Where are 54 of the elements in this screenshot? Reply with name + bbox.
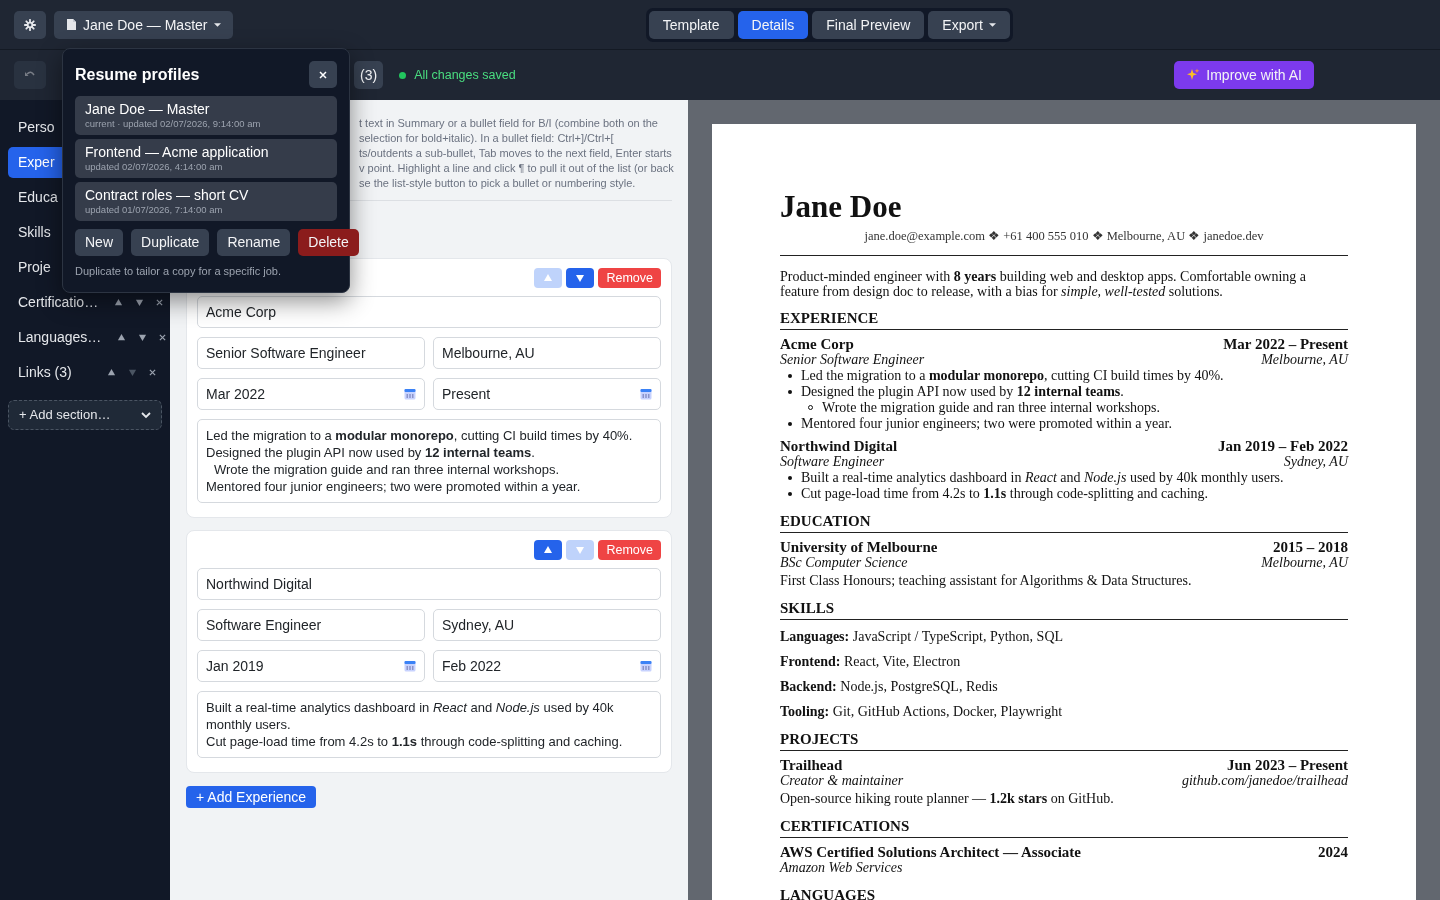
entry-subtitle: Senior Software Engineer xyxy=(780,351,925,368)
profile-name: Contract roles — short CV xyxy=(85,187,250,204)
entry-title: Acme Corp xyxy=(780,335,854,352)
popup-title: Resume profiles xyxy=(75,64,200,85)
resume-name: Jane Doe xyxy=(780,190,903,224)
save-status: All changes saved xyxy=(414,66,516,84)
bullet-text: Designed the plugin API now used by 12 internal teams. xyxy=(801,383,1124,400)
entry-date: Jan 2019 – Feb 2022 xyxy=(1218,437,1348,454)
entry-location: github.com/janedoe/trailhead xyxy=(1181,772,1348,789)
profile-meta: updated 02/07/2026, 4:14:00 am xyxy=(85,161,224,173)
entry-location: Melbourne, AU xyxy=(1261,554,1348,571)
entry-date: Mar 2022 – Present xyxy=(1223,335,1348,352)
help-text: se the list-style button to pick a bullet or numbering style. xyxy=(359,176,637,191)
entry-title: Trailhead xyxy=(780,756,843,773)
contact-line: jane.doe@example.com ❖ +61 400 555 010 ❖ Melbourne, AU ❖ janedoe.dev xyxy=(863,228,1265,245)
entry-title: Northwind Digital xyxy=(780,437,898,454)
entry-date: 2024 xyxy=(1318,843,1348,860)
profile-meta: current · updated 02/07/2026, 9:14:00 am xyxy=(85,118,262,130)
entry-description: Open-source hiking route planner — 1.2k stars on GitHub. xyxy=(780,790,1115,807)
bullet-text: Led the migration to a modular monorepo, cutting CI build times by 40%. xyxy=(801,367,1224,384)
entry-title: University of Melbourne xyxy=(780,538,938,555)
entry-location: Sydney, AU xyxy=(1283,453,1348,470)
hint-text: Duplicate to tailor a copy for a specific job. xyxy=(75,264,283,279)
entry-subtitle: Amazon Web Services xyxy=(780,859,903,876)
summary-text: Product-minded engineer with 8 years building web and desktop apps. Comfortable owning a feature from design doc to release, with a bias for simple, well-tested solutions. xyxy=(780,268,1308,299)
bullet-text: Wrote the migration guide and ran three internal workshops. xyxy=(822,399,1161,416)
help-text: selection for bold+italic). In a bullet field: Ctrl+]/Ctrl+[ xyxy=(359,131,615,146)
entry-date: Jun 2023 – Present xyxy=(1227,756,1348,773)
section-heading: SKILLS xyxy=(780,599,1348,620)
help-text: t text in Summary or a bullet field for B/I (combine both on the xyxy=(359,116,659,131)
section-heading: PROJECTS xyxy=(780,730,1348,751)
profile-name: Jane Doe — Master xyxy=(85,101,211,118)
section-heading: EXPERIENCE xyxy=(780,309,1348,330)
entry-description: First Class Honours; teaching assistant for Algorithms & Data Structures. xyxy=(780,572,1193,589)
bullet-text: Built a real-time analytics dashboard in React and Node.js used by 40k monthly users. xyxy=(801,469,1284,486)
section-heading: CERTIFICATIONS xyxy=(780,817,1348,838)
skill-line: Tooling: Git, GitHub Actions, Docker, Playwright xyxy=(780,703,1064,720)
help-text: v point. Highlight a line and click ¶ to pull it out of the list (or back xyxy=(359,161,672,176)
entry-title: AWS Certified Solutions Architect — Associate xyxy=(780,843,1081,860)
help-text: ts/outdents a sub-bullet, Tab moves to the next field, Enter starts xyxy=(359,146,672,161)
bullet-text: Cut page-load time from 4.2s to 1.1s through code-splitting and caching. xyxy=(801,485,1209,502)
profile-meta: updated 01/07/2026, 7:14:00 am xyxy=(85,204,224,216)
section-heading: LANGUAGES xyxy=(780,886,1348,900)
entry-subtitle: BSc Computer Science xyxy=(780,554,908,571)
entry-subtitle: Creator & maintainer xyxy=(780,772,904,789)
section-heading: EDUCATION xyxy=(780,512,1348,533)
profile-name: Frontend — Acme application xyxy=(85,144,270,161)
skill-line: Frontend: React, Vite, Electron xyxy=(780,653,962,670)
bullet-text: Mentored four junior engineers; two were promoted within a year. xyxy=(801,415,1172,432)
entry-location: Melbourne, AU xyxy=(1261,351,1348,368)
skill-line: Languages: JavaScript / TypeScript, Python, SQL xyxy=(780,628,1065,645)
entry-date: 2015 – 2018 xyxy=(1273,538,1348,555)
skill-line: Backend: Node.js, PostgreSQL, Redis xyxy=(780,678,999,695)
entry-subtitle: Software Engineer xyxy=(780,453,885,470)
